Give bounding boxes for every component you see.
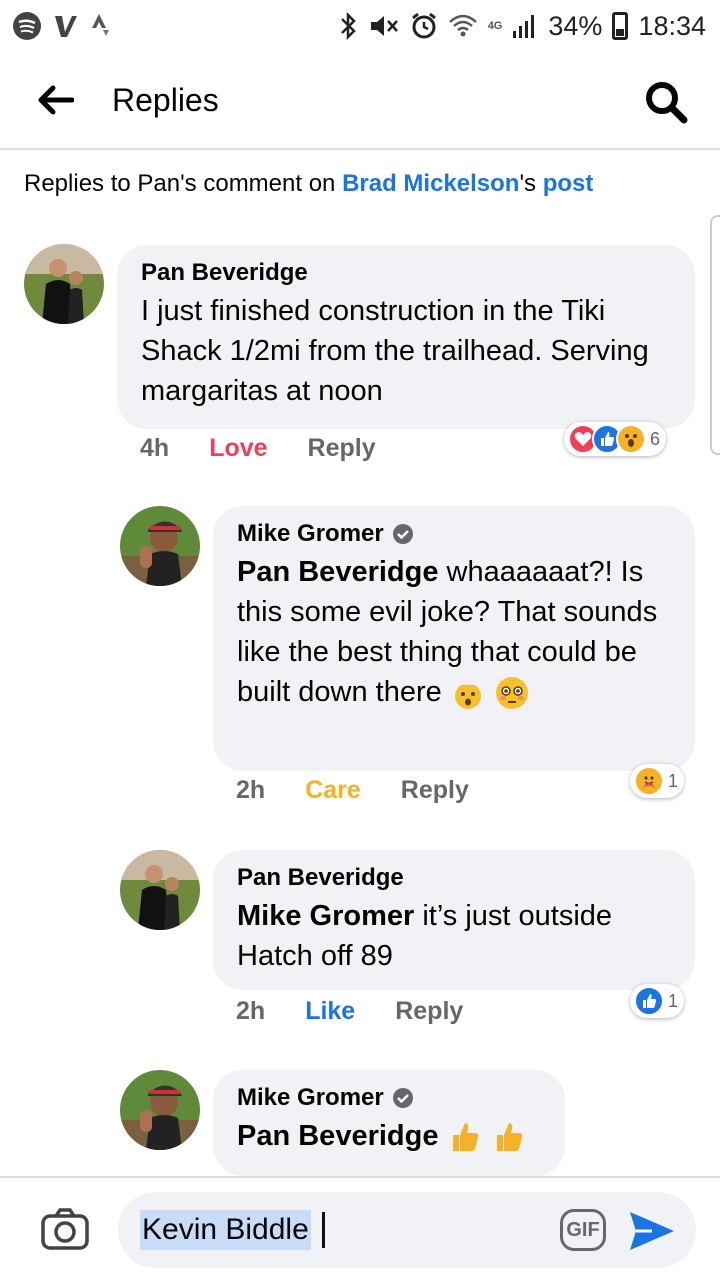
battery-percent: 34% bbox=[548, 10, 603, 41]
app-bar: Replies bbox=[0, 52, 720, 150]
comment-text: Pan Beveridge bbox=[237, 1116, 541, 1156]
mention-link[interactable]: Mike Gromer bbox=[237, 900, 414, 932]
clock: 18:34 bbox=[638, 10, 706, 41]
comment-author[interactable]: Pan Beveridge bbox=[141, 259, 671, 287]
search-icon[interactable] bbox=[644, 80, 688, 124]
reactions-summary[interactable]: 6 bbox=[564, 422, 667, 456]
reply-button[interactable]: Reply bbox=[308, 434, 376, 463]
post-link[interactable]: post bbox=[543, 170, 594, 197]
avatar[interactable] bbox=[120, 506, 200, 586]
avatar[interactable] bbox=[120, 1070, 200, 1150]
send-icon[interactable] bbox=[628, 1210, 676, 1252]
comment-author[interactable]: Mike Gromer bbox=[237, 1084, 541, 1112]
scrollbar[interactable] bbox=[710, 215, 720, 455]
reactions-count: 6 bbox=[650, 428, 661, 449]
replies-context: Replies to Pan's comment on Brad Mickels… bbox=[24, 170, 593, 198]
network-type: 4G bbox=[487, 20, 503, 32]
reply-composer: Kevin Biddle GIF bbox=[0, 1176, 720, 1280]
love-reaction-button[interactable]: Love bbox=[209, 434, 267, 463]
avatar[interactable] bbox=[24, 244, 104, 324]
reactions-count: 1 bbox=[668, 770, 679, 791]
wow-icon bbox=[616, 424, 646, 454]
text-caret bbox=[322, 1212, 325, 1248]
gif-button[interactable]: GIF bbox=[560, 1209, 606, 1251]
care-icon bbox=[634, 766, 664, 796]
comment-text: I just finished construction in the Tiki… bbox=[141, 295, 649, 407]
comment-text: Mike Gromer it’s just outside Hatch off … bbox=[237, 896, 671, 976]
comment-bubble[interactable]: Mike Gromer Pan Beveridge whaaaaaat?! Is… bbox=[213, 506, 695, 771]
wifi-icon bbox=[448, 12, 478, 40]
signal-icon bbox=[512, 13, 538, 39]
care-reaction-button[interactable]: Care bbox=[305, 776, 361, 805]
back-button[interactable] bbox=[0, 51, 112, 149]
reply-input-value: Kevin Biddle bbox=[140, 1210, 311, 1250]
mute-icon bbox=[368, 12, 400, 40]
author-name[interactable]: Mike Gromer bbox=[237, 1084, 384, 1112]
comment-time: 2h bbox=[236, 997, 266, 1025]
reply-button[interactable]: Reply bbox=[401, 776, 469, 805]
comment-actions: 2h Care Reply bbox=[236, 776, 509, 805]
flushed-face-emoji-icon bbox=[495, 677, 528, 710]
comment-actions: 4h Love Reply bbox=[140, 434, 416, 463]
context-possessive: 's bbox=[519, 170, 543, 197]
status-bar: 4G 34% 18:34 bbox=[0, 0, 720, 52]
bluetooth-icon bbox=[338, 11, 358, 41]
camera-icon[interactable] bbox=[40, 1206, 90, 1252]
battery-icon bbox=[612, 12, 629, 40]
like-reaction-button[interactable]: Like bbox=[305, 997, 355, 1026]
comment-bubble[interactable]: Pan Beveridge I just finished constructi… bbox=[117, 245, 695, 429]
author-name[interactable]: Mike Gromer bbox=[237, 520, 384, 548]
reply-button[interactable]: Reply bbox=[395, 997, 463, 1026]
avatar[interactable] bbox=[120, 850, 200, 930]
comment-bubble[interactable]: Mike Gromer Pan Beveridge bbox=[213, 1070, 565, 1176]
reply-input[interactable]: Kevin Biddle GIF bbox=[118, 1192, 696, 1268]
mention-link[interactable]: Pan Beveridge bbox=[237, 556, 438, 588]
reactions-summary[interactable]: 1 bbox=[630, 764, 685, 798]
comment-bubble[interactable]: Pan Beveridge Mike Gromer it’s just outs… bbox=[213, 850, 695, 990]
comment-time: 4h bbox=[140, 434, 170, 462]
verified-badge-icon bbox=[392, 1088, 413, 1108]
like-icon bbox=[634, 986, 664, 1016]
verified-badge-icon bbox=[392, 524, 413, 544]
reactions-summary[interactable]: 1 bbox=[630, 984, 685, 1018]
arrow-left-icon bbox=[38, 85, 74, 115]
comment-author[interactable]: Mike Gromer bbox=[237, 520, 671, 548]
context-prefix: Replies to Pan's comment on bbox=[24, 170, 343, 197]
reactions-count: 1 bbox=[668, 990, 679, 1011]
comment-time: 2h bbox=[236, 776, 266, 804]
comment-text: Pan Beveridge whaaaaaat?! Is this some e… bbox=[237, 552, 671, 712]
alarm-icon bbox=[410, 12, 438, 40]
thumbs-up-emoji-icon bbox=[452, 1123, 478, 1152]
exploding-head-emoji-icon bbox=[454, 679, 481, 710]
post-author-link[interactable]: Brad Mickelson bbox=[342, 170, 519, 197]
thumbs-up-emoji-icon bbox=[496, 1123, 522, 1152]
venmo-icon bbox=[52, 12, 80, 40]
strava-icon bbox=[90, 12, 112, 40]
mention-link[interactable]: Pan Beveridge bbox=[237, 1120, 438, 1152]
spotify-icon bbox=[12, 11, 42, 41]
comment-author[interactable]: Pan Beveridge bbox=[237, 864, 671, 892]
page-title: Replies bbox=[112, 81, 219, 118]
comment-actions: 2h Like Reply bbox=[236, 997, 503, 1026]
